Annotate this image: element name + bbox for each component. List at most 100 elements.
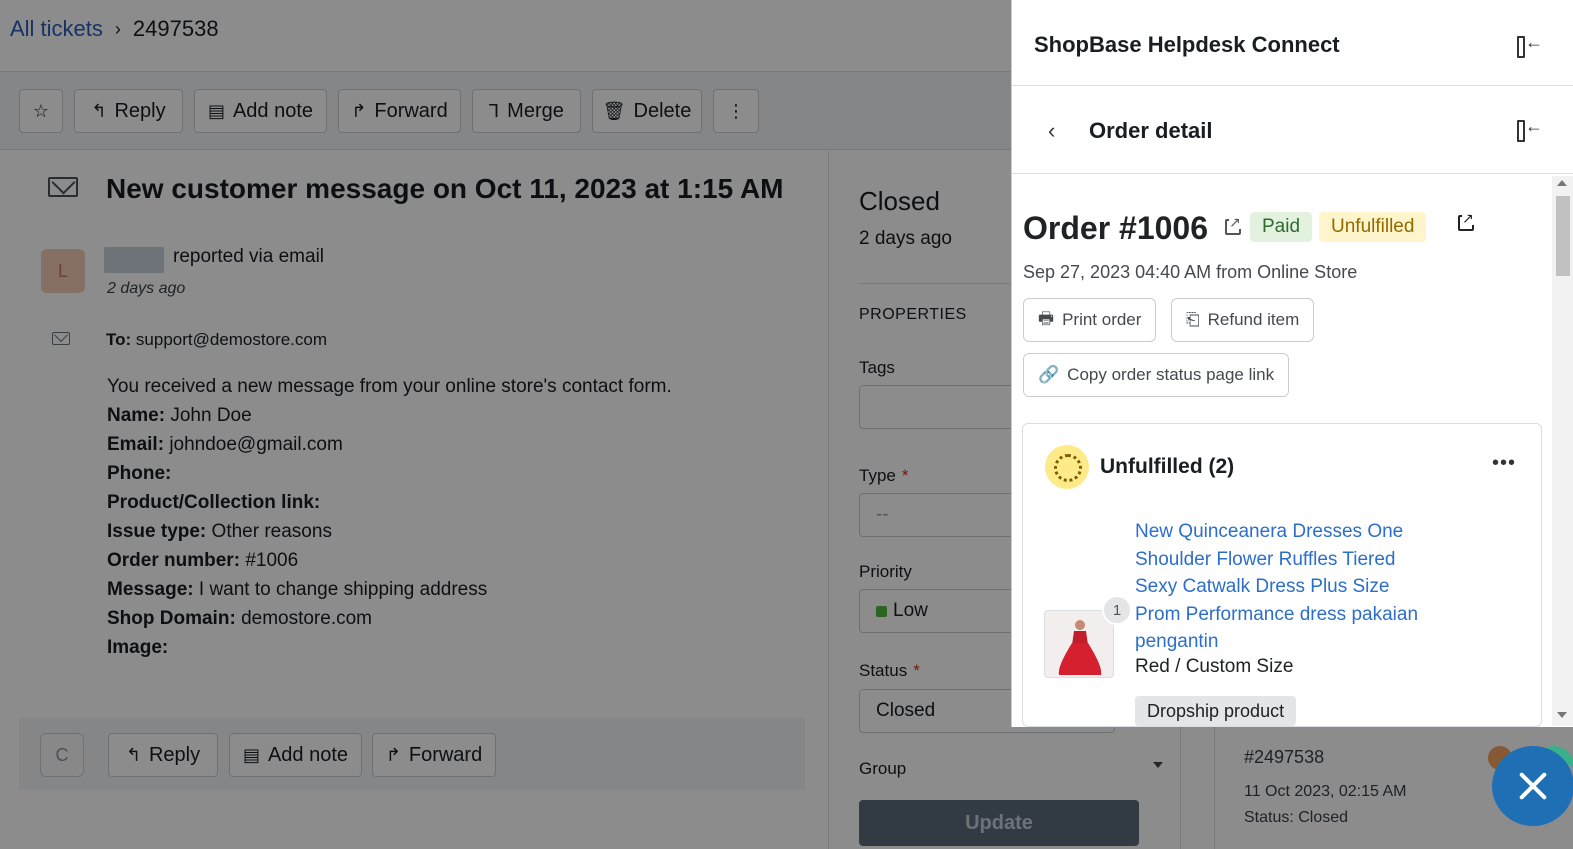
envelope-icon [48, 177, 78, 197]
merge-button[interactable]: ⅂ Merge [472, 89, 581, 133]
printer-icon: 🖶 [1038, 308, 1055, 328]
bottom-add-note-button[interactable]: ▤ Add note [229, 733, 362, 777]
copy-order-link-button[interactable]: 🔗 Copy order status page link [1023, 353, 1290, 397]
to-label: To: [106, 330, 132, 349]
all-tickets-link[interactable]: All tickets [10, 16, 103, 42]
product-link[interactable]: New Quinceanera Dresses One Shoulder Flo… [1135, 518, 1435, 656]
reply-icon: ↰ [125, 744, 141, 765]
open-order-external-button[interactable] [1446, 202, 1489, 245]
properties-heading: PROPERTIES [859, 306, 967, 323]
field-value: John Doe [170, 405, 252, 426]
print-order-label: Print order [1062, 310, 1142, 329]
note-icon: ▤ [242, 744, 260, 765]
message-body: You received a new message from your onl… [107, 372, 672, 662]
timeline-line [1214, 725, 1215, 849]
type-label: Type * [859, 466, 908, 486]
close-chat-button[interactable] [1492, 746, 1573, 826]
note-icon: ▤ [207, 100, 225, 121]
more-horizontal-icon[interactable]: ••• [1492, 452, 1516, 475]
star-button[interactable]: ☆ [19, 89, 63, 133]
chevron-left-icon[interactable]: ‹ [1048, 118, 1055, 144]
paid-badge: Paid [1250, 212, 1313, 242]
ticket-title: New customer message on Oct 11, 2023 at … [106, 173, 784, 204]
trash-icon: 🗑 [602, 100, 626, 121]
collapse-panel-icon[interactable] [1517, 32, 1543, 58]
unfulfilled-title: Unfulfilled (2) [1100, 455, 1235, 478]
field-value: #1006 [245, 550, 299, 571]
status-label: Status * [859, 661, 920, 681]
field-label: Product/Collection link: [107, 492, 321, 513]
more-actions-button[interactable]: ⋮ [713, 89, 759, 133]
caret-down-icon[interactable] [1153, 762, 1163, 768]
field-row: Email: johndoe@gmail.com [107, 430, 672, 459]
reply-button[interactable]: ↰ Reply [74, 89, 183, 133]
reply-icon: ↰ [91, 100, 107, 121]
scroll-down-icon[interactable] [1557, 712, 1567, 718]
quantity-badge: 1 [1102, 595, 1132, 625]
priority-label: Priority [859, 562, 912, 581]
product-variant: Red / Custom Size [1135, 656, 1294, 677]
required-mark: * [913, 661, 920, 680]
field-row: Phone: [107, 459, 672, 488]
panel-title: ShopBase Helpdesk Connect [1034, 32, 1340, 57]
field-row: Shop Domain: demostore.com [107, 604, 672, 633]
refund-item-button[interactable]: ⎗ Refund item [1171, 298, 1315, 342]
order-detail-title: Order detail [1089, 118, 1213, 143]
field-row: Product/Collection link: [107, 488, 672, 517]
forward-button[interactable]: ↱ Forward [338, 89, 461, 133]
type-placeholder: -- [876, 504, 889, 525]
print-order-button[interactable]: 🖶 Print order [1023, 298, 1157, 342]
to-value: support@demostore.com [135, 330, 328, 349]
bottom-forward-button[interactable]: ↱ Forward [372, 733, 496, 777]
field-value: johndoe@gmail.com [169, 434, 343, 455]
reply-label: Reply [148, 743, 201, 766]
product-thumbnail [1044, 610, 1114, 678]
field-row: Message: I want to change shipping addre… [107, 575, 672, 604]
type-label-text: Type [859, 466, 896, 485]
delete-label: Delete [633, 99, 692, 122]
activity-status: Status: Closed [1244, 809, 1349, 826]
activity-date: 11 Oct 2023, 02:15 AM [1244, 783, 1407, 800]
message-intro: You received a new message from your onl… [107, 376, 672, 397]
reported-via: reported via email [173, 246, 325, 267]
small-envelope-icon [52, 332, 70, 345]
priority-dot [876, 605, 887, 617]
field-row: Image: [107, 633, 672, 662]
breadcrumb: All tickets › 2497538 [10, 16, 219, 42]
add-note-label: Add note [267, 743, 349, 766]
bottom-reply-button[interactable]: ↰ Reply [108, 733, 218, 777]
redacted-name [104, 247, 164, 273]
tags-label: Tags [859, 358, 895, 377]
required-mark: * [901, 466, 909, 485]
more-vertical-icon: ⋮ [727, 100, 745, 121]
update-button[interactable]: Update [859, 800, 1139, 846]
helpdesk-connect-panel: ShopBase Helpdesk Connect ‹ Order detail… [1011, 0, 1573, 727]
order-detail-header: ‹ Order detail [1012, 86, 1573, 174]
scroll-up-icon[interactable] [1557, 180, 1567, 186]
field-label: Image: [107, 637, 169, 658]
star-icon: ☆ [32, 100, 50, 121]
field-label: Order number: [107, 550, 241, 571]
field-label: Issue type: [107, 521, 207, 542]
collapse-detail-icon[interactable] [1517, 116, 1543, 142]
group-label: Group [859, 759, 907, 778]
add-note-label: Add note [232, 99, 314, 122]
activity-ticket-id[interactable]: #2497538 [1244, 747, 1324, 768]
priority-value: Low [893, 600, 928, 621]
add-note-button[interactable]: ▤ Add note [194, 89, 327, 133]
panel-header: ShopBase Helpdesk Connect [1012, 0, 1573, 86]
order-date-source: Sep 27, 2023 04:40 AM from Online Store [1023, 262, 1358, 282]
forward-icon: ↱ [351, 100, 367, 121]
field-row: Issue type: Other reasons [107, 517, 672, 546]
scrollbar-thumb[interactable] [1556, 196, 1570, 276]
open-order-icon[interactable] [1225, 215, 1241, 235]
merge-icon: ⅂ [489, 100, 500, 121]
field-value: Other reasons [211, 521, 332, 542]
dropship-tag: Dropship product [1135, 696, 1297, 726]
forward-label: Forward [374, 99, 448, 122]
merge-label: Merge [507, 99, 564, 122]
copy-link-label: Copy order status page link [1067, 365, 1275, 384]
field-value: demostore.com [241, 608, 373, 629]
field-row: Order number: #1006 [107, 546, 672, 575]
delete-button[interactable]: 🗑 Delete [592, 89, 702, 133]
